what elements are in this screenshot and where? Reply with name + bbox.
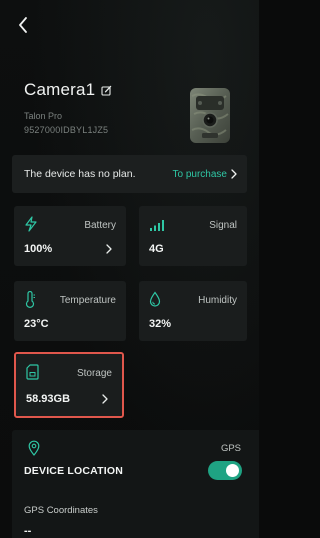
map-pin-icon [28, 440, 40, 456]
temperature-value: 23°C [24, 318, 49, 330]
plan-message: The device has no plan. [24, 168, 136, 180]
chevron-right-icon [102, 394, 108, 404]
battery-value: 100% [24, 243, 53, 255]
storage-value: 58.93GB [26, 393, 71, 405]
device-location-title: DEVICE LOCATION [24, 465, 124, 477]
storage-label: Storage [76, 368, 112, 379]
gps-coordinates-label: GPS Coordinates [24, 505, 98, 516]
device-serial: 9527000IDBYL1JZ5 [24, 125, 109, 135]
device-model: Talon Pro [24, 111, 63, 121]
device-detail-screen: Camera1 Talon Pro 9527000IDBYL1JZ5 The d [0, 0, 259, 538]
storage-card[interactable]: Storage 58.93GB [16, 354, 122, 416]
water-drop-icon [149, 291, 161, 307]
humidity-label: Humidity [198, 295, 237, 306]
purchase-link[interactable]: To purchase [173, 169, 237, 180]
gps-panel: GPS DEVICE LOCATION GPS Coordinates -- [12, 430, 259, 538]
camera-image [190, 88, 230, 143]
temperature-label: Temperature [59, 295, 116, 306]
device-name: Camera1 [24, 80, 96, 99]
edit-name-button[interactable] [101, 85, 112, 96]
battery-card[interactable]: Battery 100% [14, 206, 126, 266]
signal-label: Signal [209, 220, 237, 231]
gps-toggle[interactable] [208, 461, 242, 480]
sd-card-icon [26, 364, 39, 380]
toggle-knob [226, 464, 239, 477]
purchase-label: To purchase [172, 168, 227, 180]
signal-card: Signal 4G [139, 206, 247, 266]
chevron-left-icon [19, 17, 27, 33]
battery-label: Battery [84, 220, 116, 231]
humidity-card: Humidity 32% [139, 281, 247, 341]
edit-icon [101, 85, 112, 96]
device-header: Camera1 [24, 80, 112, 100]
gps-coordinates-value: -- [24, 525, 32, 537]
signal-bars-icon [150, 220, 164, 231]
gps-label: GPS [220, 443, 241, 454]
temperature-card: Temperature 23°C [14, 281, 126, 341]
thermometer-icon [25, 291, 35, 308]
back-button[interactable] [14, 14, 32, 36]
plan-banner: The device has no plan. To purchase [12, 155, 247, 193]
lightning-icon [25, 216, 37, 232]
chevron-right-icon [106, 244, 112, 254]
humidity-value: 32% [149, 318, 172, 330]
chevron-right-icon [231, 169, 237, 179]
signal-value: 4G [149, 243, 164, 255]
